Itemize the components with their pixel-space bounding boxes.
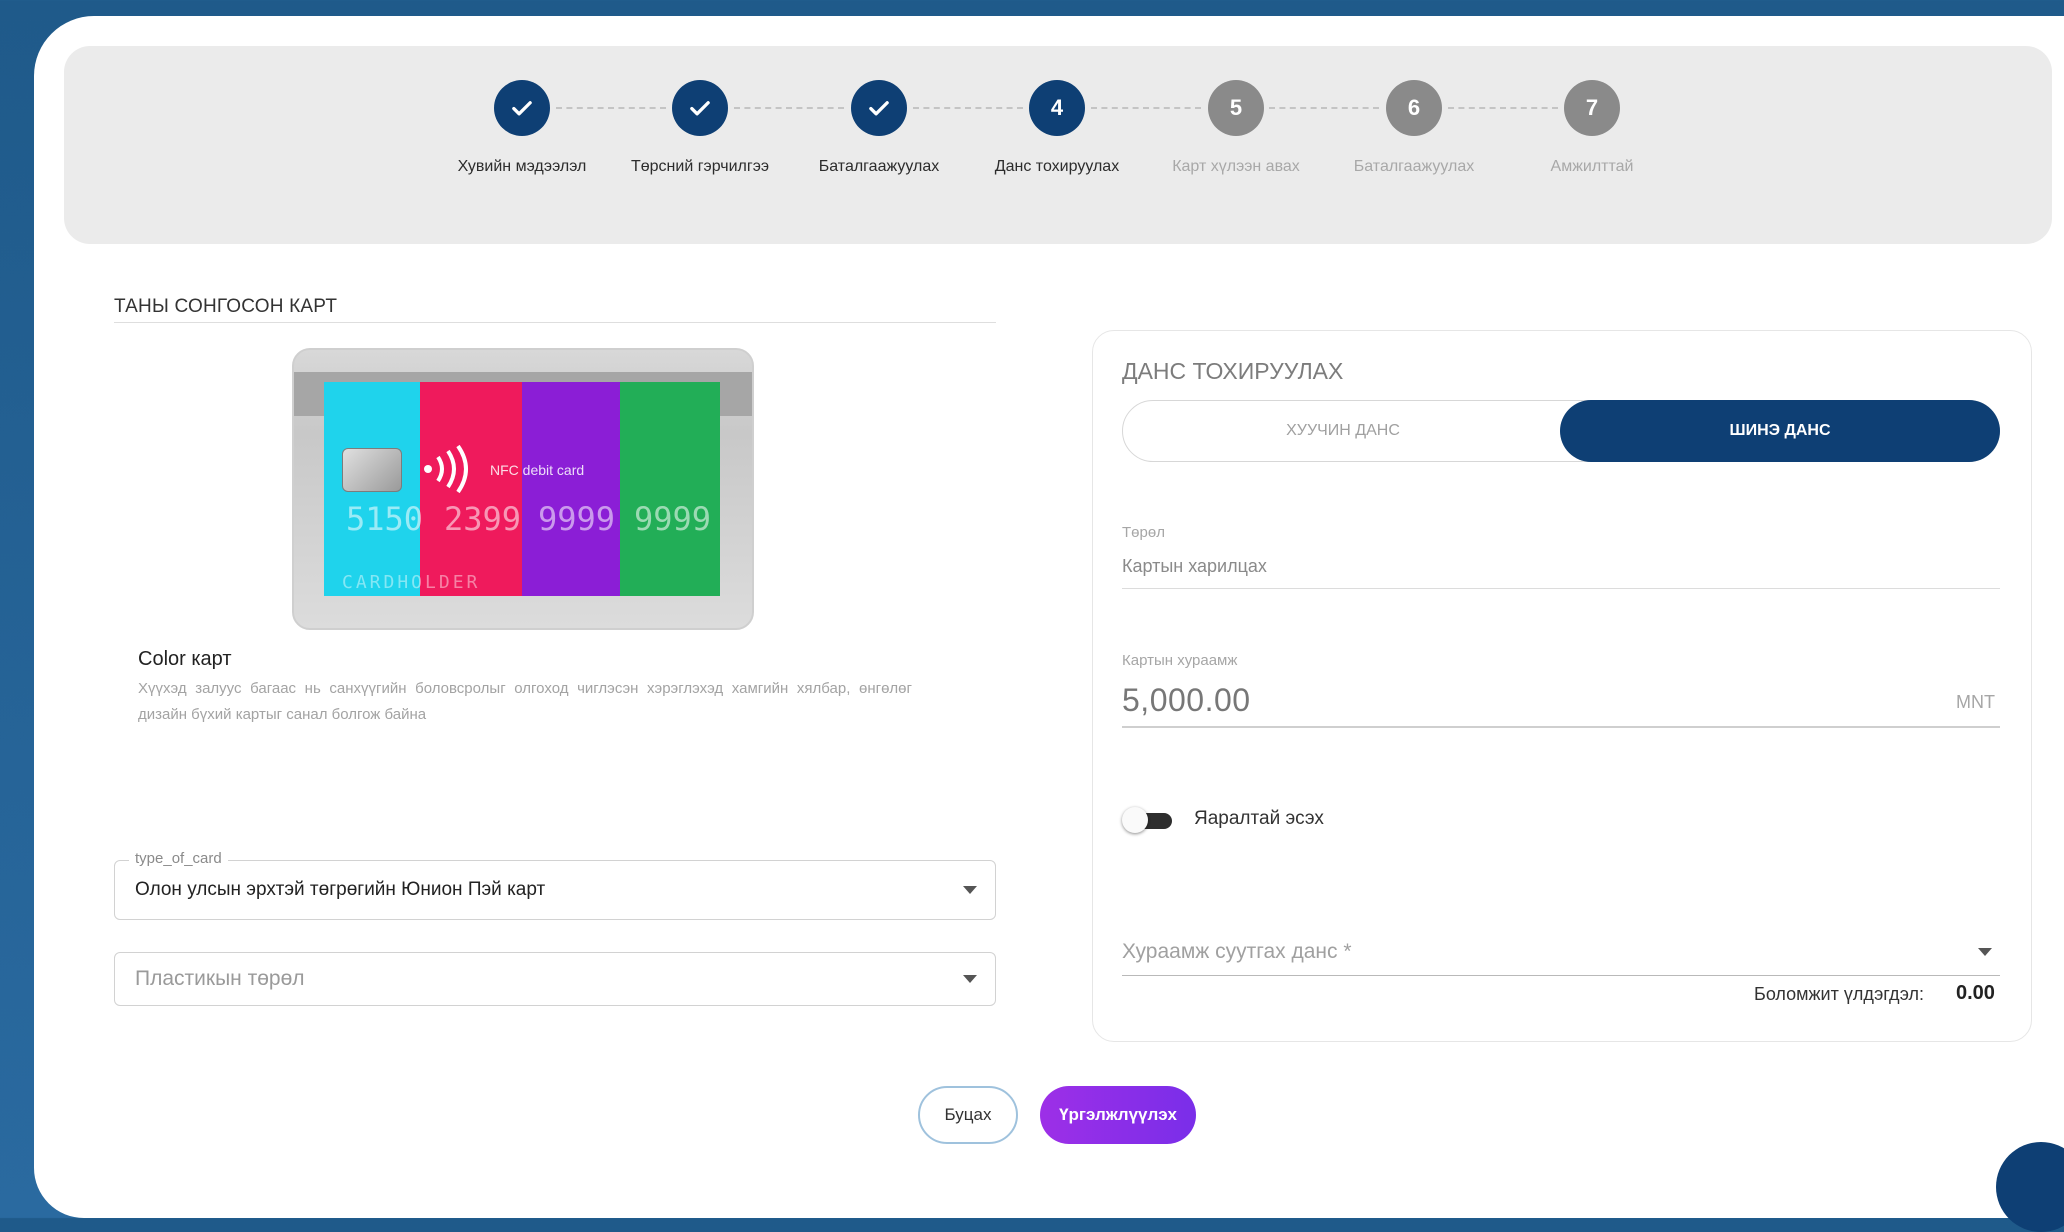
plastic-type-select[interactable]: Пластикын төрөл (114, 952, 996, 1006)
type-of-card-select[interactable]: type_of_card Олон улсын эрхтэй төгрөгийн… (114, 850, 996, 920)
chevron-down-icon[interactable] (1978, 948, 1992, 956)
step-number: 5 (1208, 80, 1264, 136)
card-holder: CARDHOLDER (342, 572, 481, 593)
card-description: Хүүхэд залуус багаас нь санхүүгийн болов… (138, 680, 912, 723)
check-icon (851, 80, 907, 136)
step-label: Баталгаажуулах (1353, 158, 1475, 175)
card-name: Color карт (138, 648, 232, 670)
card-fee-label: Картын хураамж (1122, 652, 1238, 669)
old-account-button[interactable]: ХУУЧИН ДАНС (1123, 401, 1563, 461)
step-number: 6 (1386, 80, 1442, 136)
step-label: Баталгаажуулах (818, 158, 940, 175)
step-number: 4 (1029, 80, 1085, 136)
chip-icon (342, 448, 402, 492)
step-7: 7 Амжилттай (1502, 80, 1682, 179)
fee-account-select[interactable] (1122, 974, 2000, 976)
currency-label: MNT (1956, 692, 1995, 712)
plastic-type-placeholder: Пластикын төрөл (135, 967, 305, 990)
balance-label: Боломжит үлдэгдэл: (1754, 984, 1925, 1004)
account-toggle: ХУУЧИН ДАНС ШИНЭ ДАНС (1122, 400, 2000, 462)
chevron-down-icon (963, 886, 977, 894)
progress-stepper: Хувийн мэдээлэл Төрсний гэрчилгээ Баталг… (64, 46, 2052, 244)
type-label: Төрөл (1122, 524, 1165, 541)
fee-account-placeholder: Хураамж суутгах данс * (1122, 940, 1352, 963)
card-fee-underline (1122, 726, 2000, 728)
divider (114, 322, 996, 323)
urgent-switch[interactable] (1122, 806, 1174, 834)
step-5: 5 Карт хүлээн авах (1146, 80, 1326, 179)
nfc-icon (424, 444, 468, 494)
nfc-label: NFC debit card (490, 462, 585, 478)
selected-card-title: ТАНЫ СОНГОСОН КАРТ (114, 296, 338, 317)
card-number-group: 9999 (538, 500, 616, 538)
step-label: Амжилттай (1550, 158, 1634, 175)
type-value: Картын харилцах (1122, 556, 1267, 576)
step-3: Баталгаажуулах (789, 80, 969, 179)
card-number-group: 9999 (634, 500, 712, 538)
check-icon (494, 80, 550, 136)
balance-value: 0.00 (1956, 982, 1995, 1004)
step-6: 6 Баталгаажуулах (1324, 80, 1504, 179)
step-2: Төрсний гэрчилгээ (610, 80, 790, 179)
card-fee-value: 5,000.00 (1122, 682, 1251, 718)
step-number: 7 (1564, 80, 1620, 136)
type-of-card-value: Олон улсын эрхтэй төгрөгийн Юнион Пэй ка… (135, 879, 546, 900)
new-account-button[interactable]: ШИНЭ ДАНС (1560, 400, 2000, 462)
continue-button[interactable]: Үргэлжлүүлэх (1040, 1086, 1196, 1144)
step-label: Төрсний гэрчилгээ (630, 158, 770, 175)
type-underline (1122, 588, 2000, 589)
back-button[interactable]: Буцах (918, 1086, 1018, 1144)
step-label: Карт хүлээн авах (1172, 158, 1300, 175)
chevron-down-icon (963, 975, 977, 983)
step-label: Хувийн мэдээлэл (457, 158, 587, 175)
type-of-card-legend: type_of_card (129, 850, 228, 867)
step-1: Хувийн мэдээлэл (432, 80, 612, 179)
step-4: 4 Данс тохируулах (967, 80, 1147, 179)
card-number-group: 2399 (444, 500, 522, 538)
check-icon (672, 80, 728, 136)
step-label: Данс тохируулах (994, 158, 1120, 175)
urgent-label: Яаралтай эсэх (1194, 808, 1324, 829)
card-number-group: 5150 (346, 500, 424, 538)
account-setup-title: ДАНС ТОХИРУУЛАХ (1122, 358, 1344, 384)
